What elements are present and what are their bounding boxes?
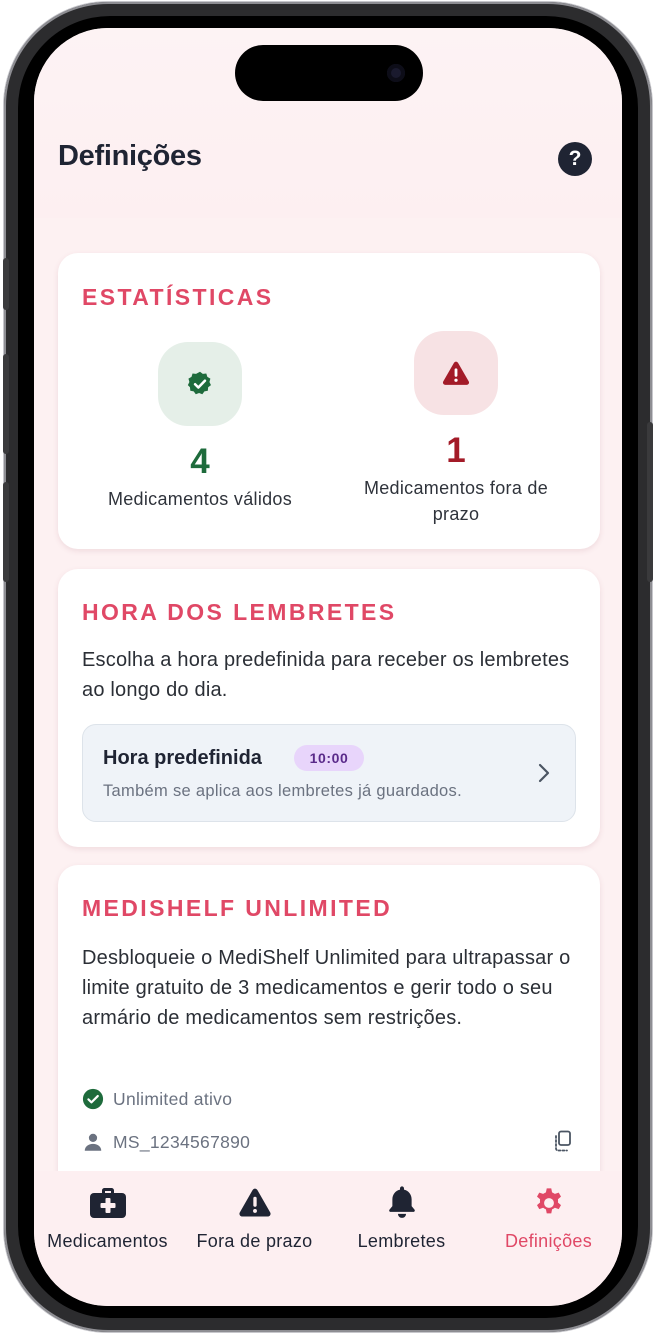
- tab-reminders-label: Lembretes: [357, 1231, 446, 1251]
- expired-count: 1: [446, 431, 466, 470]
- warning-triangle-icon: [442, 361, 470, 385]
- statistics-title: ESTATÍSTICAS: [82, 284, 274, 310]
- silent-switch: [3, 258, 9, 310]
- power-button: [647, 422, 653, 582]
- page-title: Definições: [58, 140, 202, 172]
- reminder-time-description: Escolha a hora predefinida para receber …: [82, 649, 570, 701]
- settings-scroll-area[interactable]: ESTATÍSTICAS 4 Medicamentos válidos 1 Me…: [34, 218, 622, 1171]
- unlimited-title: MEDISHELF UNLIMITED: [82, 895, 393, 921]
- front-camera: [387, 64, 405, 82]
- dynamic-island: [235, 45, 423, 101]
- default-time-label: Hora predefinida: [103, 747, 262, 769]
- tab-medications-label: Medicamentos: [47, 1231, 168, 1251]
- tab-settings-label: Definições: [504, 1231, 593, 1251]
- chevron-right-icon: [538, 763, 550, 783]
- valid-icon-container: [158, 342, 242, 426]
- valid-medications-stat: 4 Medicamentos válidos: [75, 342, 325, 512]
- unlimited-description: Desbloqueie o MediShelf Unlimited para u…: [82, 947, 571, 1029]
- tab-reminders[interactable]: Lembretes: [328, 1185, 475, 1255]
- account-id-text: MS_1234567890: [113, 1131, 251, 1152]
- reminder-time-card: HORA DOS LEMBRETES Escolha a hora predef…: [58, 569, 600, 847]
- app-screen: Definições ? ESTATÍSTICAS 4 Medicamentos…: [34, 28, 622, 1306]
- bottom-tab-bar: Medicamentos Fora de prazo Lembretes Def…: [34, 1171, 622, 1306]
- unlimited-status-text: Unlimited ativo: [113, 1088, 233, 1109]
- expired-label: Medicamentos fora de prazo: [363, 478, 549, 524]
- tab-settings[interactable]: Definições: [475, 1185, 622, 1255]
- user-icon: [84, 1133, 102, 1151]
- gear-icon: [536, 1188, 561, 1214]
- default-time-row[interactable]: Hora predefinida 10:00 Também se aplica …: [82, 724, 576, 822]
- check-circle-icon: [82, 1088, 104, 1110]
- tab-expired-label: Fora de prazo: [196, 1231, 313, 1251]
- statistics-card: ESTATÍSTICAS 4 Medicamentos válidos 1 Me…: [58, 253, 600, 549]
- copy-icon[interactable]: [553, 1130, 573, 1152]
- tab-medications[interactable]: Medicamentos: [34, 1185, 181, 1255]
- help-button[interactable]: ?: [558, 142, 592, 176]
- medical-kit-icon: [89, 1188, 126, 1218]
- reminder-time-title: HORA DOS LEMBRETES: [82, 599, 397, 625]
- warning-triangle-icon: [238, 1188, 271, 1217]
- expired-medications-stat: 1 Medicamentos fora de prazo: [331, 331, 581, 527]
- bell-icon: [388, 1186, 415, 1218]
- valid-label: Medicamentos válidos: [107, 489, 293, 509]
- valid-count: 4: [190, 442, 210, 481]
- volume-up-button: [3, 354, 9, 454]
- tab-expired[interactable]: Fora de prazo: [181, 1185, 328, 1255]
- default-time-badge: 10:00: [294, 745, 364, 771]
- default-time-subtitle: Também se aplica aos lembretes já guarda…: [103, 782, 462, 800]
- unlimited-card: MEDISHELF UNLIMITED Desbloqueie o MediSh…: [58, 865, 600, 1171]
- expired-icon-container: [414, 331, 498, 415]
- verified-badge-icon: [187, 371, 211, 395]
- account-id-line: MS_1234567890: [82, 1130, 250, 1154]
- unlimited-status: Unlimited ativo: [82, 1087, 232, 1111]
- volume-down-button: [3, 482, 9, 582]
